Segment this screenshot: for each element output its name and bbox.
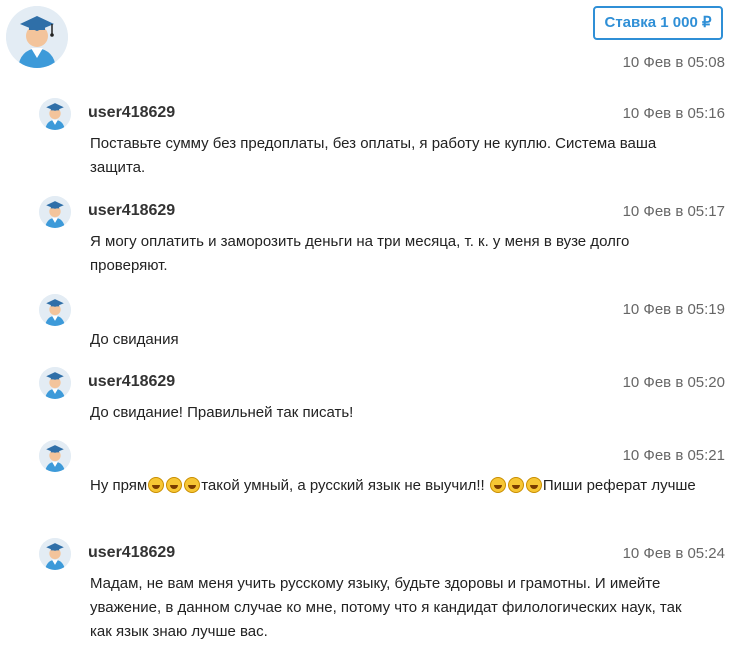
rolling-laughing-emoji-icon — [525, 477, 542, 493]
rolling-laughing-emoji-icon — [184, 477, 201, 493]
message-text: Я могу оплатить и заморозить деньги на т… — [90, 233, 630, 274]
header-timestamp: 10 Фев в 05:08 — [622, 54, 725, 71]
graduate-avatar-icon — [39, 294, 71, 326]
message-text-part: Пиши реферат лучше — [542, 477, 696, 494]
chat-header: Ставка 1 000 ₽ 10 Фев в 05:08 — [0, 0, 734, 80]
message-username[interactable]: user418629 — [88, 104, 175, 122]
rolling-laughing-emoji-icon — [507, 477, 524, 493]
graduate-avatar-icon — [39, 196, 71, 228]
message-username[interactable]: user418629 — [88, 373, 175, 391]
graduate-avatar-icon — [39, 538, 71, 570]
rolling-laughing-emoji-icon — [489, 477, 506, 493]
graduate-avatar-icon — [39, 98, 71, 130]
bid-button[interactable]: Ставка 1 000 ₽ — [593, 6, 723, 40]
graduate-avatar-icon — [39, 367, 71, 399]
message-text: До свидания — [90, 331, 179, 348]
message-text: До свидание! Правильней так писать! — [90, 404, 354, 421]
graduate-avatar-icon — [39, 440, 71, 472]
message-timestamp: 10 Фев в 05:16 — [622, 105, 725, 122]
message-text-part: Ну прям — [90, 477, 148, 494]
message-text: Ну прям такой умный, а русский язык не вы… — [90, 474, 700, 498]
message-text-part: такой умный, а русский язык не выучил!! — [201, 477, 489, 494]
rolling-laughing-emoji-icon — [148, 477, 165, 493]
message-timestamp: 10 Фев в 05:17 — [622, 203, 725, 220]
message-timestamp: 10 Фев в 05:21 — [622, 447, 725, 464]
message-timestamp: 10 Фев в 05:24 — [622, 545, 725, 562]
message-username[interactable]: user418629 — [88, 544, 175, 562]
graduate-avatar-icon — [6, 6, 68, 68]
message-username[interactable]: user418629 — [88, 202, 175, 220]
message-text: Мадам, не вам меня учить русскому языку,… — [90, 575, 682, 640]
message-timestamp: 10 Фев в 05:20 — [622, 374, 725, 391]
message-text: Поставьте сумму без предоплаты, без опла… — [90, 135, 657, 176]
message-timestamp: 10 Фев в 05:19 — [622, 301, 725, 318]
rolling-laughing-emoji-icon — [166, 477, 183, 493]
